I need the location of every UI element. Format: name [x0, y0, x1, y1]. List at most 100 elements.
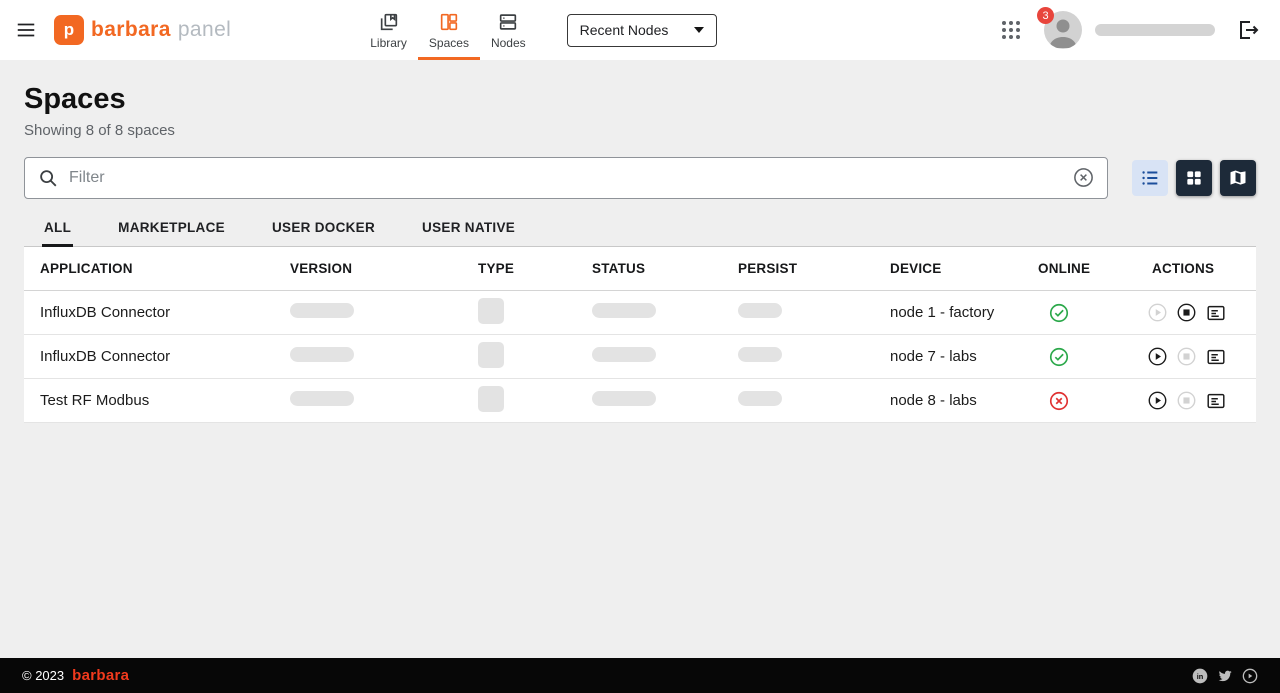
logs-button[interactable] [1205, 346, 1227, 368]
column-header-online: ONLINE [1038, 261, 1091, 277]
nav-item-nodes[interactable]: Nodes [480, 0, 537, 60]
column-header-application: APPLICATION [40, 261, 133, 277]
spaces-table: APPLICATION VERSION TYPE STATUS PERSIST … [24, 247, 1256, 424]
view-toggles [1132, 159, 1256, 196]
linkedin-icon[interactable]: in [1192, 668, 1208, 684]
main-content: Spaces Showing 8 of 8 spaces ALL MARK [0, 60, 1280, 658]
tab-all[interactable]: ALL [42, 221, 74, 248]
logs-button[interactable] [1205, 390, 1227, 412]
logout-icon [1240, 21, 1259, 39]
nodes-icon [497, 11, 519, 33]
footer: © 2023 barbara in [0, 658, 1280, 693]
table-row[interactable]: InfluxDB Connector node 7 - labs [24, 335, 1256, 380]
device-name: node 8 - labs [890, 392, 977, 410]
table-header: APPLICATION VERSION TYPE STATUS PERSIST … [24, 247, 1256, 292]
hamburger-icon [17, 23, 35, 37]
table-body: InfluxDB Connector node 1 - factory Infl… [24, 291, 1256, 424]
device-name: node 1 - factory [890, 304, 995, 322]
social-links: in [1192, 668, 1258, 684]
nav-item-library[interactable]: Library [359, 0, 418, 60]
table-row[interactable]: Test RF Modbus node 8 - labs [24, 379, 1256, 424]
status-skeleton [592, 391, 656, 407]
hamburger-menu-button[interactable] [6, 10, 46, 50]
column-header-device: DEVICE [890, 261, 942, 277]
play-circle-icon [1148, 347, 1167, 366]
play-button[interactable] [1147, 302, 1168, 323]
persist-skeleton [738, 303, 782, 319]
logout-button[interactable] [1228, 10, 1268, 50]
nav-item-spaces[interactable]: Spaces [417, 0, 480, 60]
footer-brand: barbara [72, 667, 130, 684]
clear-filter-button[interactable] [1072, 166, 1095, 189]
tab-user-docker[interactable]: USER DOCKER [270, 221, 377, 248]
application-name: InfluxDB Connector [40, 304, 171, 322]
play-circle-icon [1148, 303, 1167, 322]
type-skeleton [478, 385, 504, 412]
svg-text:in: in [1197, 672, 1204, 681]
version-skeleton [290, 303, 354, 319]
column-header-type: TYPE [478, 261, 515, 277]
brand-logo[interactable]: p barbara panel [54, 15, 231, 45]
stop-button[interactable] [1176, 346, 1197, 367]
filter-row [24, 156, 1256, 199]
top-bar: p barbara panel Library Spaces Nodes Rec… [0, 0, 1280, 60]
tabs-bar: ALL MARKETPLACE USER DOCKER USER NATIVE [24, 221, 1256, 248]
persist-skeleton [738, 391, 782, 407]
header-right: 3 [991, 7, 1280, 50]
check-circle-icon [1049, 347, 1069, 366]
logs-button[interactable] [1205, 302, 1227, 324]
column-header-version: VERSION [290, 261, 353, 277]
type-skeleton [478, 341, 504, 368]
apps-grid-icon [1002, 21, 1020, 39]
tab-marketplace[interactable]: MARKETPLACE [116, 221, 227, 248]
table-row[interactable]: InfluxDB Connector node 1 - factory [24, 291, 1256, 336]
library-icon [378, 11, 400, 33]
grid-view-button[interactable] [1176, 159, 1212, 196]
brand-suffix: panel [177, 18, 232, 41]
x-circle-icon [1049, 391, 1069, 410]
application-name: InfluxDB Connector [40, 348, 171, 366]
copyright-text: © 2023 [22, 668, 65, 683]
brand-name: barbara [91, 18, 171, 41]
tab-user-native[interactable]: USER NATIVE [420, 221, 517, 248]
filter-input[interactable] [69, 168, 1062, 187]
stop-button[interactable] [1176, 302, 1197, 323]
spaces-icon [438, 11, 460, 33]
device-name: node 7 - labs [890, 348, 977, 366]
nav-label: Library [370, 35, 407, 50]
page-subtitle: Showing 8 of 8 spaces [24, 121, 175, 139]
list-view-button[interactable] [1132, 159, 1168, 196]
page-title: Spaces [24, 83, 126, 115]
application-name: Test RF Modbus [40, 392, 150, 410]
play-button[interactable] [1147, 390, 1168, 411]
play-circle-icon [1148, 391, 1167, 410]
play-button[interactable] [1147, 346, 1168, 367]
apps-grid-button[interactable] [991, 10, 1031, 50]
notification-badge: 3 [1037, 7, 1054, 24]
type-skeleton [478, 297, 504, 324]
stop-button[interactable] [1176, 390, 1197, 411]
column-header-actions: ACTIONS [1152, 261, 1215, 277]
twitter-icon[interactable] [1217, 668, 1233, 684]
recent-nodes-dropdown[interactable]: Recent Nodes [566, 13, 717, 47]
check-circle-icon [1049, 303, 1069, 322]
column-header-status: STATUS [592, 261, 646, 277]
nav-label: Spaces [428, 35, 469, 50]
map-view-button[interactable] [1220, 159, 1256, 196]
filter-box [24, 156, 1108, 199]
main-nav: Library Spaces Nodes [359, 0, 536, 60]
nav-label: Nodes [490, 35, 526, 50]
user-avatar[interactable]: 3 [1037, 7, 1082, 49]
version-skeleton [290, 347, 354, 363]
stop-circle-icon [1177, 303, 1196, 322]
stop-circle-icon [1177, 347, 1196, 366]
username-skeleton [1095, 24, 1215, 36]
logs-icon [1207, 393, 1225, 409]
list-view-icon [1142, 171, 1158, 185]
status-skeleton [592, 347, 656, 363]
grid-view-icon [1187, 171, 1201, 185]
youtube-icon[interactable] [1242, 668, 1258, 684]
logs-icon [1207, 349, 1225, 365]
stop-circle-icon [1177, 391, 1196, 410]
status-skeleton [592, 303, 656, 319]
